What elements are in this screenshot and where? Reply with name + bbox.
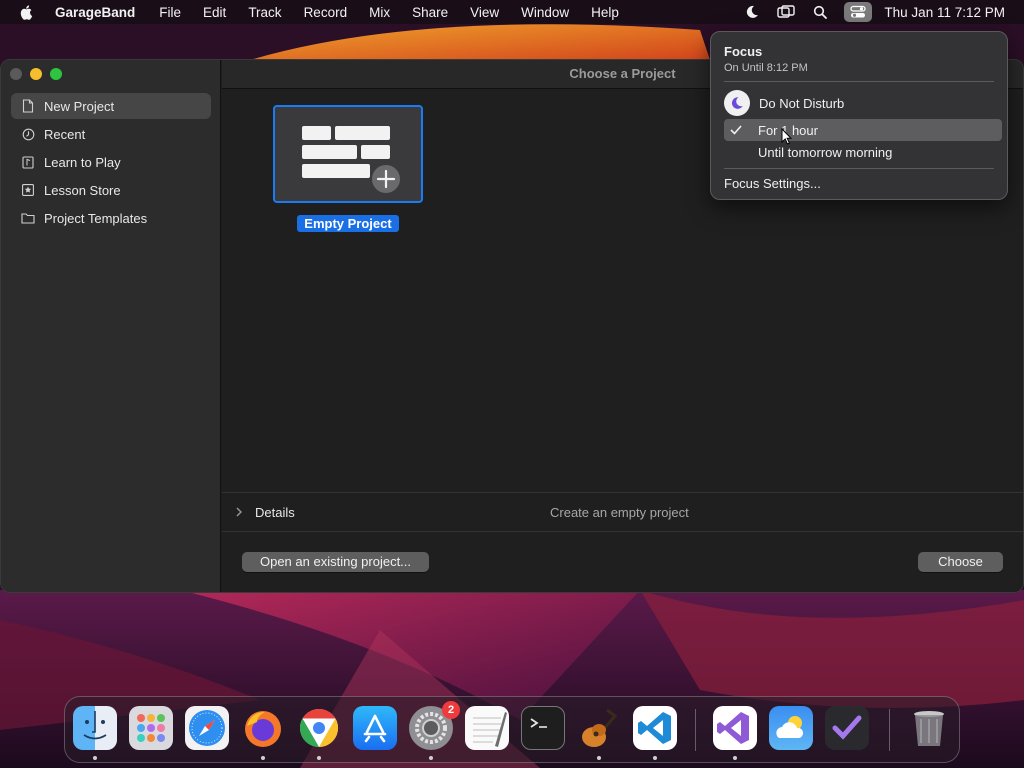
control-center-icon[interactable]	[844, 2, 873, 22]
app-store-icon[interactable]	[353, 706, 397, 750]
sidebar-item-label: Project Templates	[44, 210, 148, 226]
sidebar: New Project Recent Learn to Play Lesson …	[1, 60, 221, 592]
menu-track[interactable]: Track	[248, 5, 281, 20]
menu-bar: GarageBand File Edit Track Record Mix Sh…	[0, 0, 1024, 24]
garageband-icon[interactable]	[577, 706, 621, 750]
visual-studio-icon[interactable]	[713, 706, 757, 750]
close-window-button[interactable]	[10, 68, 22, 80]
zoom-window-button[interactable]	[50, 68, 62, 80]
project-description: Create an empty project	[550, 504, 689, 520]
menu-window[interactable]: Window	[521, 5, 569, 20]
menu-edit[interactable]: Edit	[203, 5, 226, 20]
details-toggle[interactable]: Details	[255, 505, 295, 520]
focus-moon-icon[interactable]	[742, 4, 762, 20]
launchpad-icon[interactable]	[129, 706, 173, 750]
menu-help[interactable]: Help	[591, 5, 619, 20]
running-indicator	[733, 756, 737, 760]
focus-option-label: Until tomorrow morning	[758, 144, 893, 160]
notification-badge: 2	[442, 701, 460, 719]
star-icon	[21, 183, 35, 197]
menu-bar-clock[interactable]: Thu Jan 11 7:12 PM	[884, 5, 1005, 20]
system-settings-icon[interactable]: 2	[409, 701, 460, 750]
safari-icon[interactable]	[185, 706, 229, 750]
window-controls	[10, 68, 62, 80]
menu-mix[interactable]: Mix	[369, 5, 390, 20]
spotlight-search-icon[interactable]	[810, 4, 830, 20]
running-indicator	[597, 756, 601, 760]
trash-icon[interactable]	[907, 706, 951, 750]
running-indicator	[317, 756, 321, 760]
chrome-icon[interactable]	[297, 706, 341, 750]
running-indicator	[653, 756, 657, 760]
textedit-icon[interactable]	[465, 706, 509, 750]
menu-app-name[interactable]: GarageBand	[55, 5, 135, 20]
focus-settings-button[interactable]: Focus Settings...	[724, 176, 821, 191]
open-existing-project-button[interactable]: Open an existing project...	[242, 552, 429, 572]
moon-icon	[724, 90, 750, 116]
screen-mirroring-icon[interactable]	[776, 4, 796, 20]
sidebar-item-learn-to-play[interactable]: Learn to Play	[11, 149, 211, 175]
empty-project-label[interactable]: Empty Project	[297, 215, 399, 232]
sidebar-item-label: Recent	[44, 126, 86, 142]
chevron-right-icon[interactable]	[235, 505, 243, 520]
focus-option-1-hour[interactable]: For 1 hour	[724, 119, 1002, 141]
menu-view[interactable]: View	[470, 5, 499, 20]
sidebar-item-recent[interactable]: Recent	[11, 121, 211, 147]
details-bar: Details Create an empty project	[222, 492, 1023, 532]
focus-subtitle: On Until 8:12 PM	[724, 62, 808, 74]
sidebar-item-label: Learn to Play	[44, 154, 121, 170]
running-indicator	[261, 756, 265, 760]
apple-menu-icon[interactable]	[19, 4, 35, 20]
vscode-icon[interactable]	[633, 706, 677, 750]
dock-separator	[695, 709, 696, 751]
terminal-icon[interactable]	[521, 706, 565, 750]
menu-share[interactable]: Share	[412, 5, 448, 20]
omnifocus-icon[interactable]	[825, 706, 869, 750]
do-not-disturb-toggle[interactable]: Do Not Disturb	[724, 90, 844, 116]
running-indicator	[93, 756, 97, 760]
focus-option-until-morning[interactable]: Until tomorrow morning	[724, 141, 1002, 163]
checkmark-icon	[724, 123, 748, 138]
sidebar-item-project-templates[interactable]: Project Templates	[11, 205, 211, 231]
mouse-pointer-icon	[781, 127, 793, 151]
sidebar-item-label: New Project	[44, 98, 115, 114]
sidebar-list: New Project Recent Learn to Play Lesson …	[11, 93, 211, 233]
firefox-icon[interactable]	[241, 706, 285, 750]
dock-separator	[889, 709, 890, 751]
focus-popover: Focus On Until 8:12 PM Do Not Disturb Fo…	[710, 31, 1008, 200]
menu-record[interactable]: Record	[304, 5, 348, 20]
focus-title: Focus	[724, 44, 763, 59]
choose-button[interactable]: Choose	[918, 552, 1003, 572]
clock-icon	[21, 127, 35, 141]
finder-icon[interactable]	[73, 706, 117, 750]
running-indicator	[429, 756, 433, 760]
music-note-icon	[21, 155, 35, 169]
sidebar-item-new-project[interactable]: New Project	[11, 93, 211, 119]
menu-file[interactable]: File	[159, 5, 181, 20]
minimize-window-button[interactable]	[30, 68, 42, 80]
sidebar-item-lesson-store[interactable]: Lesson Store	[11, 177, 211, 203]
divider	[724, 168, 994, 169]
dock: 2	[64, 696, 960, 763]
divider	[724, 81, 994, 82]
weather-icon[interactable]	[769, 706, 813, 750]
document-icon	[21, 99, 35, 113]
sidebar-item-label: Lesson Store	[44, 182, 121, 198]
folder-icon	[21, 211, 35, 225]
empty-project-thumbnail[interactable]	[273, 105, 423, 203]
empty-project-template[interactable]: Empty Project	[273, 105, 423, 233]
do-not-disturb-label: Do Not Disturb	[759, 95, 845, 111]
